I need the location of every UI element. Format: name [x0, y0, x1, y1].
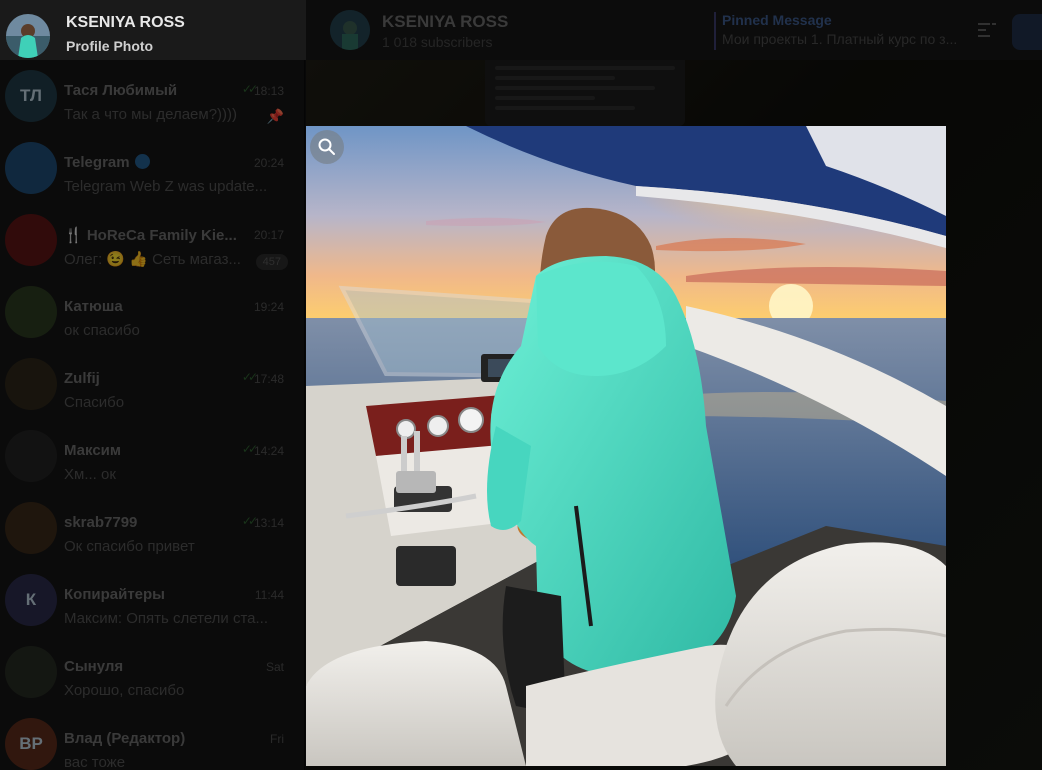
- avatar: ТЛ: [5, 70, 57, 122]
- chat-preview: ок спасибо: [64, 322, 140, 339]
- chat-name: Тася Любимый: [64, 82, 177, 99]
- chat-name: Telegram: [64, 154, 150, 171]
- profile-subtitle: Profile Photo: [66, 38, 154, 54]
- avatar: К: [5, 574, 57, 626]
- avatar-initials: ТЛ: [20, 86, 42, 105]
- chat-time: Sat: [265, 660, 284, 674]
- channel-name[interactable]: KSENIYA ROSS: [382, 12, 508, 32]
- subscriber-count: 1 018 subscribers: [382, 34, 493, 50]
- channel-avatar[interactable]: [330, 10, 370, 50]
- chat-name-text: Максим: [64, 442, 121, 459]
- unread-badge: 457: [255, 254, 288, 270]
- chat-name: Максим: [64, 442, 121, 459]
- pinned-text: Мои проекты 1. Платный курс по з...: [722, 31, 958, 47]
- read-check-icon: ✓✓: [241, 82, 258, 96]
- avatar: [5, 214, 57, 266]
- avatar: [5, 646, 57, 698]
- profile-name[interactable]: KSENIYA ROSS: [66, 14, 185, 32]
- chat-header[interactable]: KSENIYA ROSS 1 018 subscribers Pinned Me…: [306, 0, 1042, 60]
- filter-icon[interactable]: [976, 20, 1000, 40]
- chat-name-text: Сынуля: [64, 658, 124, 675]
- chat-name: Копирайтеры: [64, 586, 165, 603]
- message-thumbnail[interactable]: [485, 60, 685, 126]
- chat-name-text: skrab7799: [64, 514, 138, 531]
- read-check-icon: ✓✓: [241, 514, 258, 528]
- chat-time: Fri: [270, 732, 284, 746]
- search-icon: [317, 137, 337, 157]
- chat-name: Влад (Редактор): [64, 730, 185, 747]
- chat-list-item[interactable]: К Копирайтеры 11:44 Максим: Опять слетели с…: [0, 564, 304, 636]
- read-check-icon: ✓✓: [241, 370, 258, 384]
- chat-time: 13:14: [253, 516, 284, 530]
- pin-icon: 📌: [266, 108, 284, 124]
- read-check-icon: ✓✓: [241, 442, 258, 456]
- chat-name-text: Катюша: [64, 298, 123, 315]
- chat-name-text: Копирайтеры: [64, 586, 165, 603]
- chat-preview: Telegram Web Z was update...: [64, 178, 268, 195]
- chat-name-text: 🍴 HoReCa Family Kie...: [64, 227, 237, 244]
- pinned-label: Pinned Message: [722, 12, 832, 28]
- chat-preview: Хм... ок: [64, 466, 116, 483]
- chat-time: 17:48: [253, 372, 284, 386]
- photo-image: [306, 126, 946, 766]
- chat-preview: Максим: Опять слетели ста...: [64, 610, 269, 627]
- chat-preview: вас тоже: [64, 754, 126, 770]
- media-viewer-header: KSENIYA ROSS Profile Photo: [0, 0, 306, 60]
- chat-time: 20:17: [253, 228, 284, 242]
- chat-preview: Хорошо, спасибо: [64, 682, 185, 699]
- chat-name-text: Влад (Редактор): [64, 730, 186, 747]
- avatar: [5, 430, 57, 482]
- avatar: [5, 142, 57, 194]
- join-button[interactable]: [1012, 14, 1042, 50]
- avatar: [5, 502, 57, 554]
- chat-time: 14:24: [253, 444, 284, 458]
- avatar: ВР: [5, 718, 57, 770]
- chat-list-item[interactable]: Сынуля Sat Хорошо, спасибо: [0, 636, 304, 708]
- avatar-initials: ВР: [19, 734, 43, 753]
- chat-name: Катюша: [64, 298, 123, 315]
- chat-list-item[interactable]: ВР Влад (Редактор) Fri вас тоже: [0, 708, 304, 770]
- profile-photo[interactable]: [306, 126, 946, 766]
- chat-time: 20:24: [253, 156, 284, 170]
- chat-list-item[interactable]: ТЛ Тася Любимый ✓✓ 18:13 Так а что мы делаем…: [0, 60, 304, 132]
- avatar-initials: К: [25, 590, 37, 609]
- chat-name: 🍴 HoReCa Family Kie...: [64, 226, 237, 244]
- chat-time: 19:24: [253, 300, 284, 314]
- chat-preview: Так а что мы делаем?)))): [64, 106, 238, 123]
- chat-name-text: Тася Любимый: [64, 82, 178, 99]
- chat-name: skrab7799: [64, 514, 137, 531]
- verified-icon: [134, 154, 150, 169]
- chat-preview: Олег: 😉 👍 Сеть магаз...: [64, 251, 241, 268]
- chat-list-item[interactable]: Zulfij ✓✓ 17:48 Спасибо: [0, 348, 304, 420]
- chat-name-text: Telegram: [64, 154, 130, 171]
- chat-list-item[interactable]: Telegram 20:24 Telegram Web Z was update..…: [0, 132, 304, 204]
- chat-list-item[interactable]: skrab7799 ✓✓ 13:14 Ок спасибо привет: [0, 492, 304, 564]
- profile-avatar[interactable]: [6, 14, 50, 58]
- chat-list-item[interactable]: 🍴 HoReCa Family Kie... 20:17 Олег: 😉 👍 Сет…: [0, 204, 304, 276]
- avatar: [5, 286, 57, 338]
- chat-name: Сынуля: [64, 658, 123, 675]
- chat-list: ТЛ Тася Любимый ✓✓ 18:13 Так а что мы делаем…: [0, 60, 305, 770]
- avatar: [5, 358, 57, 410]
- chat-preview: Ок спасибо привет: [64, 538, 195, 555]
- chat-preview: Спасибо: [64, 394, 125, 411]
- chat-name-text: Zulfij: [64, 370, 100, 387]
- chat-list-item[interactable]: Максим ✓✓ 14:24 Хм... ок: [0, 420, 304, 492]
- zoom-button[interactable]: [310, 130, 344, 164]
- chat-time: 18:13: [253, 84, 284, 98]
- chat-list-item[interactable]: Катюша 19:24 ок спасибо: [0, 276, 304, 348]
- pinned-message[interactable]: Pinned Message Мои проекты 1. Платный ку…: [714, 12, 969, 50]
- chat-name: Zulfij: [64, 370, 100, 387]
- chat-time: 11:44: [254, 588, 284, 602]
